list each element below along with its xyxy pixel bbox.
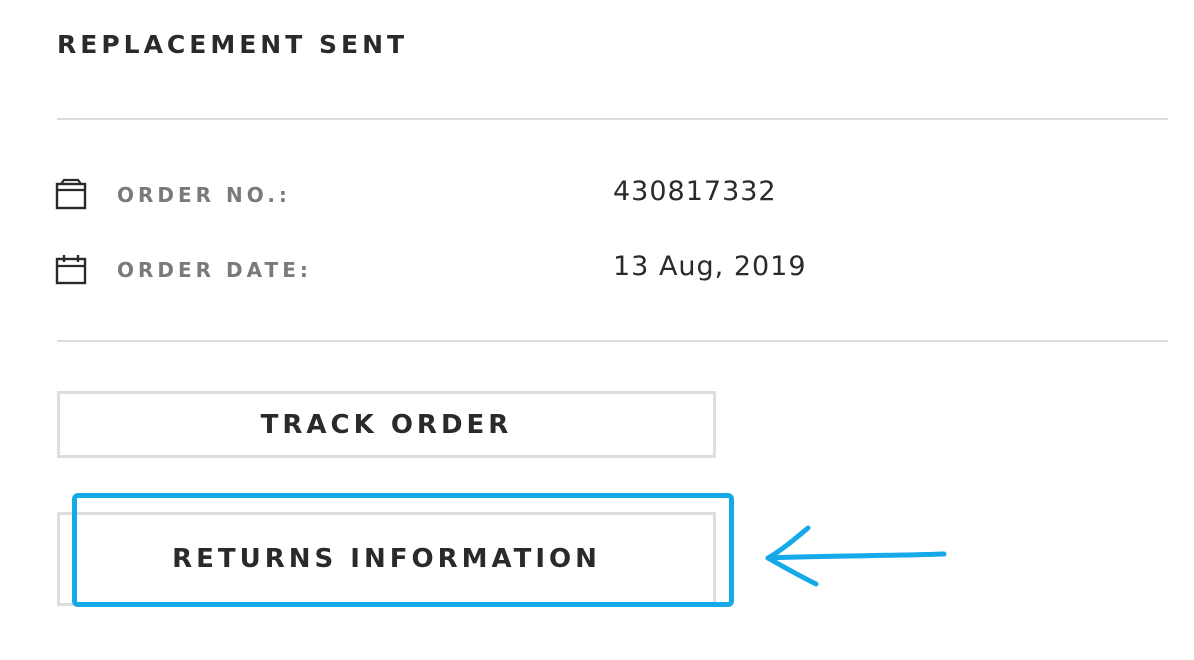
order-number-row: ORDER NO.: 430817332: [55, 176, 1055, 210]
order-date-label: ORDER DATE:: [117, 258, 312, 282]
track-order-button[interactable]: TRACK ORDER: [57, 391, 716, 458]
track-order-label: TRACK ORDER: [260, 409, 513, 440]
top-divider: [57, 118, 1168, 120]
returns-information-label: RETURNS INFORMATION: [172, 544, 601, 574]
order-number-label: ORDER NO.:: [117, 183, 291, 207]
order-date-value: 13 Aug, 2019: [613, 251, 807, 282]
calendar-icon: [55, 255, 87, 285]
order-date-row: ORDER DATE: 13 Aug, 2019: [55, 251, 1055, 285]
order-status-title: REPLACEMENT SENT: [57, 30, 409, 59]
returns-information-button[interactable]: RETURNS INFORMATION: [57, 512, 716, 606]
box-icon: [55, 178, 87, 210]
bottom-divider: [57, 340, 1168, 342]
order-number-value: 430817332: [613, 176, 777, 207]
annotation-arrow-icon: [765, 525, 947, 587]
